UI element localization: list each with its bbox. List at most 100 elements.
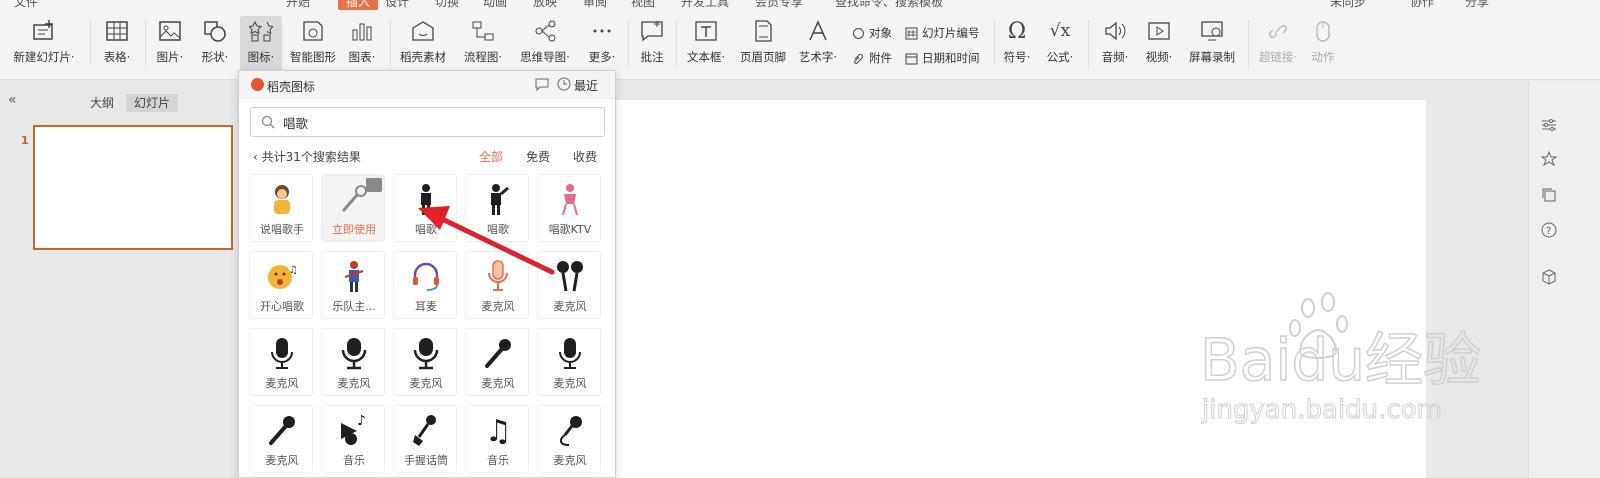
wordart-icon bbox=[803, 16, 833, 46]
tab-slides[interactable]: 幻灯片 bbox=[126, 94, 179, 112]
recent-button[interactable]: 最近 bbox=[557, 77, 598, 94]
icon-result-item[interactable]: 麦克风 bbox=[393, 328, 457, 396]
cube-icon[interactable] bbox=[1539, 267, 1559, 287]
search-input[interactable] bbox=[283, 114, 583, 130]
icon-result-item[interactable]: 麦克风 bbox=[321, 328, 385, 396]
band-lead-icon bbox=[336, 258, 372, 294]
menu-tab-6[interactable]: 放映 bbox=[533, 0, 557, 10]
icon-result-label: 音乐 bbox=[343, 454, 365, 467]
symbol-button[interactable]: Ω 符号· bbox=[1000, 16, 1034, 74]
menu-tab-9[interactable]: 开发工具 bbox=[681, 0, 729, 10]
icon-result-item[interactable]: 耳麦 bbox=[393, 251, 457, 319]
filter-all[interactable]: 全部 bbox=[479, 148, 503, 165]
icon-result-item[interactable]: 手握话筒 bbox=[393, 405, 457, 473]
icon-result-item[interactable]: 麦克风 bbox=[465, 328, 529, 396]
datetime-button[interactable]: 日期和时间 bbox=[904, 49, 980, 67]
menu-tab-7[interactable]: 审阅 bbox=[583, 0, 607, 10]
chart-button[interactable]: 图表· bbox=[344, 16, 380, 74]
tab-outline[interactable]: 大纲 bbox=[82, 94, 122, 112]
menu-tab-3[interactable]: 设计 bbox=[385, 0, 409, 10]
icon-result-item[interactable]: 麦克风 bbox=[537, 328, 601, 396]
icon-result-item[interactable]: 说唱歌手 bbox=[249, 174, 313, 242]
object-button[interactable]: 对象 bbox=[851, 24, 892, 42]
link-icon bbox=[1263, 16, 1293, 46]
action-button[interactable]: 动作 bbox=[1306, 16, 1340, 74]
icon-result-label: 麦克风 bbox=[481, 377, 515, 390]
mindmap-icon bbox=[530, 16, 560, 46]
result-count[interactable]: ‹ 共计31个搜索结果 bbox=[253, 148, 361, 165]
formula-button[interactable]: √x 公式· bbox=[1042, 16, 1078, 74]
slide-thumbnail[interactable] bbox=[33, 125, 233, 250]
menu-tab-14[interactable]: 分享 bbox=[1465, 0, 1489, 10]
video-button[interactable]: 视频· bbox=[1140, 16, 1178, 74]
menu-tab-8[interactable]: 视图 bbox=[631, 0, 655, 10]
flowchart-button[interactable]: 流程图· bbox=[458, 16, 508, 74]
hash-icon bbox=[904, 26, 918, 40]
video-icon bbox=[1144, 16, 1174, 46]
docer-logo-icon bbox=[251, 78, 264, 91]
icon-result-item[interactable]: 麦克风 bbox=[249, 328, 313, 396]
attachment-button[interactable]: 附件 bbox=[851, 49, 892, 67]
menu-tab-4[interactable]: 切换 bbox=[435, 0, 459, 10]
icon-result-item[interactable]: 乐队主... bbox=[321, 251, 385, 319]
icon-result-item[interactable]: 麦克风 bbox=[537, 405, 601, 473]
copy-icon[interactable] bbox=[1539, 185, 1559, 205]
header-footer-button[interactable]: 页眉页脚 bbox=[737, 16, 789, 74]
music-note-icon: ♫ bbox=[480, 412, 516, 448]
happy-singing-icon: ♫ bbox=[264, 258, 300, 294]
collapse-pane-icon[interactable]: « bbox=[8, 92, 17, 108]
icon-result-label: 乐队主... bbox=[332, 300, 376, 313]
icon-result-item[interactable]: 唱歌KTV bbox=[537, 174, 601, 242]
comment-icon bbox=[637, 16, 667, 46]
picture-button[interactable]: 图片· bbox=[152, 16, 188, 74]
mic-icon bbox=[264, 335, 300, 371]
slide-number-button[interactable]: 幻灯片编号 bbox=[904, 24, 980, 42]
more-button[interactable]: 更多· bbox=[582, 16, 622, 74]
ktv-singer-icon bbox=[552, 181, 588, 217]
menu-tab-5[interactable]: 动画 bbox=[483, 0, 507, 10]
icon-result-item[interactable]: 唱歌 bbox=[393, 174, 457, 242]
menu-tab-13[interactable]: 协作 bbox=[1410, 0, 1434, 10]
filter-paid[interactable]: 收费 bbox=[573, 148, 597, 165]
menu-tab-10[interactable]: 会员专享 bbox=[755, 0, 803, 10]
icon-result-item[interactable]: 麦克风 bbox=[537, 251, 601, 319]
comment-button[interactable]: 批注 bbox=[636, 16, 668, 74]
icon-result-item[interactable]: 麦克风 bbox=[465, 251, 529, 319]
smartart-button[interactable]: 智能图形 bbox=[288, 16, 338, 74]
table-button[interactable]: 表格· bbox=[98, 16, 136, 74]
star-icon[interactable] bbox=[1539, 149, 1559, 169]
new-slide-button[interactable]: 新建幻灯片· bbox=[8, 16, 80, 74]
menu-tab-11[interactable]: 查找命令、搜索模板 bbox=[835, 0, 943, 10]
icon-result-item[interactable]: ♪ 音乐 bbox=[321, 405, 385, 473]
qr-code-icon[interactable] bbox=[366, 178, 382, 192]
icon-button[interactable]: 图标· bbox=[240, 16, 282, 74]
textbox-button[interactable]: 文本框· bbox=[682, 16, 730, 74]
icon-result-item[interactable]: ♫ 开心唱歌 bbox=[249, 251, 313, 319]
icon-search-box[interactable] bbox=[250, 107, 605, 137]
properties-icon[interactable] bbox=[1539, 115, 1559, 135]
wordart-button[interactable]: 艺术字· bbox=[795, 16, 841, 74]
menu-tab-0[interactable]: 文件 bbox=[14, 0, 38, 10]
help-icon[interactable]: ? bbox=[1539, 220, 1559, 240]
mindmap-button[interactable]: 思维导图· bbox=[514, 16, 576, 74]
svg-text:?: ? bbox=[1546, 226, 1551, 237]
panel-header: 稻壳图标 最近 bbox=[239, 71, 615, 99]
icon-result-item[interactable]: ♫ 音乐 bbox=[465, 405, 529, 473]
mic-cable-icon bbox=[552, 412, 588, 448]
icons-icon bbox=[246, 16, 276, 46]
menu-tab-1[interactable]: 开始 bbox=[286, 0, 310, 10]
shape-button[interactable]: 形状· bbox=[196, 16, 234, 74]
icon-result-item[interactable]: 立即使用 bbox=[321, 174, 385, 242]
menu-tab-2[interactable]: 插入 bbox=[338, 0, 379, 10]
icon-result-item[interactable]: 麦克风 bbox=[249, 405, 313, 473]
paperclip-icon bbox=[851, 51, 865, 65]
feedback-icon[interactable] bbox=[535, 77, 549, 94]
audio-button[interactable]: 音频· bbox=[1096, 16, 1134, 74]
filter-free[interactable]: 免费 bbox=[526, 148, 550, 165]
screen-record-button[interactable]: 屏幕录制 bbox=[1186, 16, 1238, 74]
icon-result-item[interactable]: 唱歌 bbox=[465, 174, 529, 242]
material-button[interactable]: 稻壳素材 bbox=[398, 16, 448, 74]
menu-tab-12[interactable]: 未同步 bbox=[1330, 0, 1366, 10]
hyperlink-button[interactable]: 超链接· bbox=[1254, 16, 1302, 74]
music-gramophone-icon: ♪ bbox=[336, 412, 372, 448]
